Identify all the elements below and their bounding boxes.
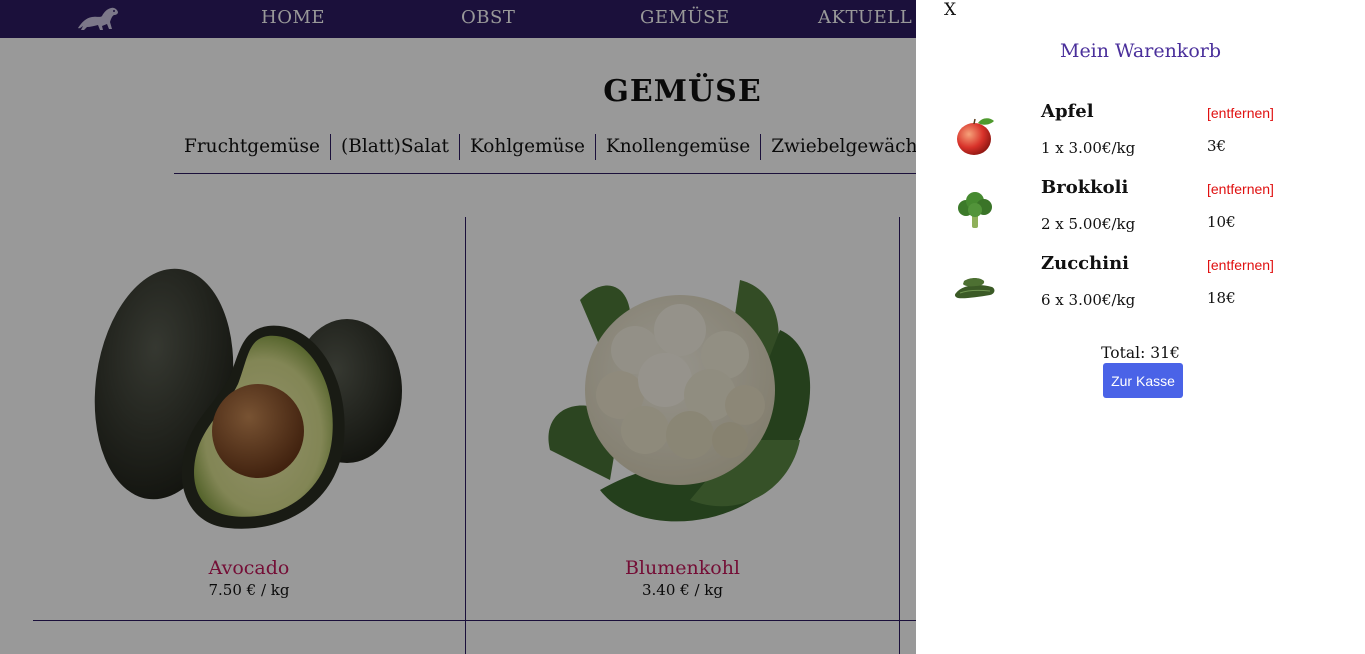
cart-item-quantity: 1 x 3.00€/kg: [1041, 139, 1136, 157]
apple-icon: [957, 118, 994, 155]
cart-panel: X Mein Warenkorb Apfel [entfernen] 1 x 3…: [916, 0, 1365, 654]
cart-item-quantity: 6 x 3.00€/kg: [1041, 291, 1136, 309]
cart-item: Zucchini [entfernen] 6 x 3.00€/kg 18€: [916, 253, 1365, 329]
cart-item-name: Brokkoli: [1041, 177, 1129, 198]
cart-item-subtotal: 10€: [1207, 213, 1236, 231]
checkout-button[interactable]: Zur Kasse: [1103, 363, 1183, 398]
cart-item-quantity: 2 x 5.00€/kg: [1041, 215, 1136, 233]
broccoli-icon: [958, 192, 992, 228]
zucchini-icon: [954, 278, 995, 299]
cart-item-remove-link[interactable]: [entfernen]: [1207, 181, 1274, 197]
cart-total: Total: 31€: [1101, 344, 1180, 362]
cart-title: Mein Warenkorb: [1059, 40, 1222, 62]
cart-item-remove-link[interactable]: [entfernen]: [1207, 105, 1274, 121]
cart-item: Brokkoli [entfernen] 2 x 5.00€/kg 10€: [916, 177, 1365, 253]
cart-close-button[interactable]: X: [944, 0, 956, 20]
cart-item-remove-link[interactable]: [entfernen]: [1207, 257, 1274, 273]
cart-item-name: Zucchini: [1041, 253, 1129, 274]
cart-item-subtotal: 3€: [1207, 137, 1227, 155]
cart-item-subtotal: 18€: [1207, 289, 1236, 307]
cart-item: Apfel [entfernen] 1 x 3.00€/kg 3€: [916, 101, 1365, 177]
cart-item-name: Apfel: [1041, 101, 1094, 122]
